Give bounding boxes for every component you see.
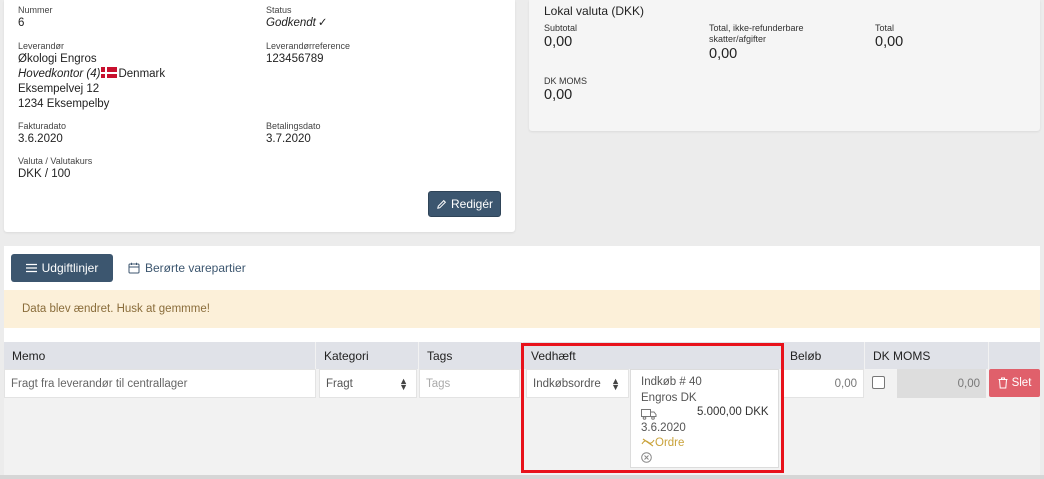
category-select[interactable]: Fragt ▲ ▼: [319, 369, 417, 398]
column-amount: Beløb: [782, 342, 865, 369]
expense-lines-panel: Udgiftlinjer Berørte varepartier Data bl…: [4, 246, 1040, 479]
purchase-amount: 5.000,00 DKK: [697, 406, 769, 418]
status-value: Godkendt ✓: [266, 16, 328, 31]
purchase-order-card: Indkøb # 40 Engros DK 5.000,00 DKK 3.6.2…: [630, 369, 779, 468]
invoice-date-label: Fakturadato: [18, 121, 67, 131]
column-category: Kategori: [316, 342, 419, 369]
calendar-icon: [128, 262, 140, 274]
unsaved-changes-alert: Data blev ændret. Husk at gemmme!: [4, 290, 1040, 328]
vat-amount: 0,00: [897, 369, 986, 398]
truck-icon: [641, 408, 657, 423]
supplier-reference-value: 123456789: [266, 53, 324, 65]
list-icon: [25, 263, 37, 273]
purchase-supplier: Engros DK: [641, 392, 697, 404]
memo-input[interactable]: Fragt fra leverandør til centrallager: [4, 369, 316, 398]
tab-expense-lines[interactable]: Udgiftlinjer: [11, 254, 113, 282]
amount-input[interactable]: 0,00: [782, 369, 864, 398]
table-header: Memo Kategori Tags Vedhæft Beløb DK MOMS: [4, 342, 1040, 369]
number-label: Nummer: [18, 5, 53, 15]
supplier-label: Leverandør: [18, 41, 65, 51]
tags-input[interactable]: Tags: [419, 369, 520, 398]
supplier-name: Økologi Engros: [18, 53, 97, 65]
local-currency-title: Lokal valuta (DKK): [544, 4, 645, 18]
column-vat: DK MOMS: [865, 342, 989, 369]
payment-date-label: Betalingsdato: [266, 121, 321, 131]
order-link[interactable]: Ordre: [641, 437, 684, 449]
tab-expense-lines-label: Udgiftlinjer: [41, 261, 99, 275]
total-label: Total: [875, 23, 895, 33]
supplier-city: 1234 Eksempelby: [18, 98, 110, 110]
supplier-branch[interactable]: Hovedkontor (4): [18, 68, 100, 80]
vat-checkbox[interactable]: [872, 376, 885, 389]
vat-value: 0,00: [544, 87, 573, 103]
delete-button-label: Slet: [1011, 377, 1032, 389]
unlink-icon: [641, 438, 655, 447]
subtotal-label: Subtotal: [544, 23, 578, 33]
attach-type-select[interactable]: Indkøbsordre ▲ ▼: [526, 369, 629, 398]
status-label: Status: [266, 5, 292, 15]
edit-button-label: Redigér: [450, 197, 494, 211]
purchase-title: Indkøb # 40: [641, 376, 702, 388]
category-value: Fragt: [326, 377, 353, 390]
tab-affected-batches[interactable]: Berørte varepartier: [128, 254, 246, 282]
column-attach: Vedhæft: [523, 342, 782, 369]
nonrefundable-value: 0,00: [709, 46, 738, 62]
local-currency-card: Lokal valuta (DKK) Subtotal 0,00 Total, …: [529, 0, 1040, 131]
check-icon: ✓: [317, 17, 328, 29]
payment-date-value: 3.7.2020: [266, 133, 311, 145]
attach-type-value: Indkøbsordre: [533, 377, 601, 390]
trash-icon: [998, 377, 1008, 389]
column-memo: Memo: [4, 342, 316, 369]
nonrefundable-label: Total, ikke-refunderbare skatter/afgifter: [709, 23, 804, 45]
edit-button[interactable]: Redigér: [428, 191, 501, 217]
supplier-branch-line: Hovedkontor (4) Denmark: [18, 67, 165, 82]
column-tags: Tags: [419, 342, 523, 369]
total-value: 0,00: [875, 34, 904, 50]
tab-affected-batches-label: Berørte varepartier: [145, 261, 246, 275]
status-text: Godkendt: [266, 17, 316, 29]
alert-text: Data blev ændret. Husk at gemmme!: [22, 303, 210, 315]
remove-attachment-icon[interactable]: [641, 452, 652, 466]
denmark-flag-icon: [101, 67, 118, 78]
currency-label: Valuta / Valutakurs: [18, 156, 93, 166]
pencil-icon: [437, 199, 447, 209]
purchase-date: 3.6.2020: [641, 422, 686, 434]
currency-value: DKK / 100: [18, 168, 71, 180]
supplier-country: Denmark: [118, 68, 166, 80]
bottom-scroll-edge: [0, 475, 1044, 479]
tab-bar: Udgiftlinjer Berørte varepartier: [4, 246, 1040, 290]
nonrefundable-label-line2: skatter/afgifter: [709, 34, 767, 44]
select-arrows-icon: ▲ ▼: [611, 376, 620, 392]
select-arrows-icon: ▲ ▼: [399, 376, 408, 392]
number-value: 6: [18, 17, 25, 29]
vat-label: DK MOMS: [544, 76, 588, 86]
supplier-street: Eksempelvej 12: [18, 83, 100, 95]
invoice-date-value: 3.6.2020: [18, 133, 63, 145]
delete-button[interactable]: Slet: [989, 369, 1040, 397]
nonrefundable-label-line1: Total, ikke-refunderbare: [709, 23, 804, 33]
supplier-reference-label: Leverandørreference: [266, 41, 351, 51]
order-link-label: Ordre: [655, 437, 685, 449]
subtotal-value: 0,00: [544, 34, 573, 50]
